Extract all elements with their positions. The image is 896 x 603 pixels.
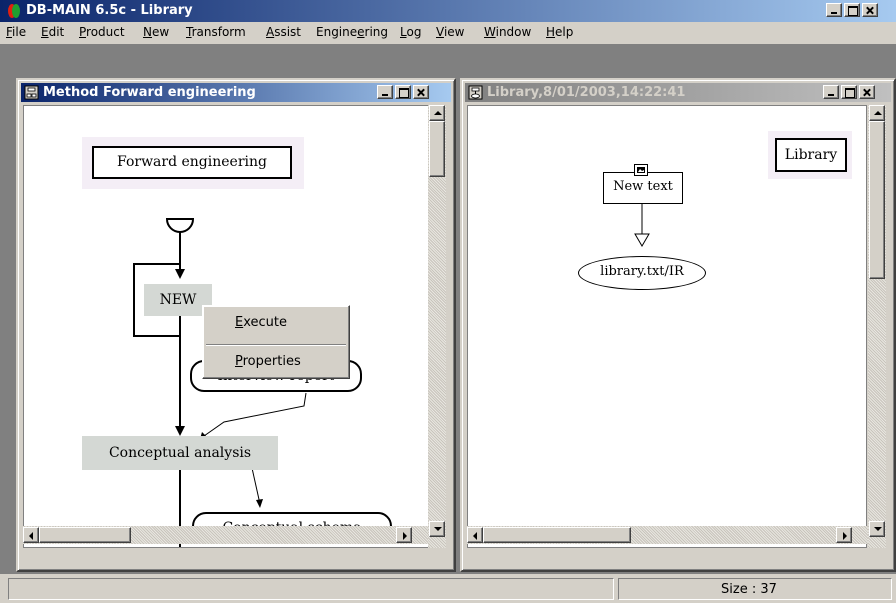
conceptual-analysis-node[interactable]: Conceptual analysis [82,436,278,470]
menu-engineering[interactable]: Engineering [316,25,388,39]
library-window: Library,8/01/2003,14:22:41 Library New t… [460,78,896,572]
library-scroll-left-button[interactable] [467,527,483,543]
library-window-title-bar[interactable]: Library,8/01/2003,14:22:41 [465,83,891,102]
menu-item-properties[interactable]: Properties [235,354,301,369]
app-close-button[interactable] [862,3,878,17]
library-hscroll[interactable] [467,526,868,544]
method-icon [24,85,39,100]
method-scroll-up-button[interactable] [429,105,445,121]
library-scroll-up-button[interactable] [869,105,885,121]
menu-new[interactable]: New [143,25,169,39]
menu-file[interactable]: File [6,25,26,39]
method-window-title-bar[interactable]: Method Forward engineering [21,83,451,102]
db-main-logo-icon [8,4,20,18]
status-panel-size: Size : 37 [618,578,892,600]
new-text-label: New text [613,179,673,194]
library-window-title: Library,8/01/2003,14:22:41 [487,85,686,100]
method-scroll-right-button[interactable] [396,527,412,543]
library-vscroll[interactable] [868,105,886,548]
context-menu: Execute Properties [202,305,350,379]
status-bar: Size : 37 [0,574,896,603]
menu-help[interactable]: Help [546,25,573,39]
menu-product[interactable]: Product [79,25,125,39]
start-symbol [165,218,195,233]
new-text-node[interactable]: New text [603,172,683,204]
menu-bar: File Edit Product New Transform Assist E… [0,22,896,42]
library-scroll-down-button[interactable] [869,521,885,537]
status-panel-main [8,578,614,600]
method-maximize-button[interactable] [395,85,411,99]
library-txt-node[interactable]: library.txt/IR [578,256,706,290]
method-hscroll-thumb[interactable] [39,527,131,543]
method-close-button[interactable] [413,85,429,99]
library-hscroll-thumb[interactable] [483,527,631,543]
method-vscroll-thumb[interactable] [429,121,445,177]
menu-log[interactable]: Log [400,25,421,39]
method-vscroll[interactable] [428,105,446,548]
method-scroll-left-button[interactable] [23,527,39,543]
schema-icon [468,85,483,100]
method-scroll-down-button[interactable] [429,521,445,537]
size-readout: Size : 37 [721,582,777,597]
forward-engineering-node[interactable]: Forward engineering [92,146,292,179]
library-label-node[interactable]: Library [775,138,847,172]
library-minimize-button[interactable] [823,85,839,99]
app-minimize-button[interactable] [826,3,842,17]
method-hscroll[interactable] [23,526,428,544]
image-icon [634,164,648,176]
menu-edit[interactable]: Edit [41,25,64,39]
menu-item-execute[interactable]: Execute [235,315,287,330]
app-maximize-button[interactable] [844,3,860,17]
menu-window[interactable]: Window [484,25,531,39]
library-scroll-right-button[interactable] [836,527,852,543]
library-canvas[interactable]: Library New text library.txt/IR [467,105,867,548]
app-title: DB-MAIN 6.5c - Library [26,3,193,18]
library-close-button[interactable] [859,85,875,99]
library-maximize-button[interactable] [841,85,857,99]
menu-view[interactable]: View [436,25,464,39]
menu-assist[interactable]: Assist [266,25,301,39]
library-vscroll-thumb[interactable] [869,121,885,279]
app-title-bar: DB-MAIN 6.5c - Library [0,0,896,22]
menu-separator [206,344,346,346]
method-window-title: Method Forward engineering [43,85,256,100]
method-minimize-button[interactable] [377,85,393,99]
menu-transform[interactable]: Transform [186,25,246,39]
